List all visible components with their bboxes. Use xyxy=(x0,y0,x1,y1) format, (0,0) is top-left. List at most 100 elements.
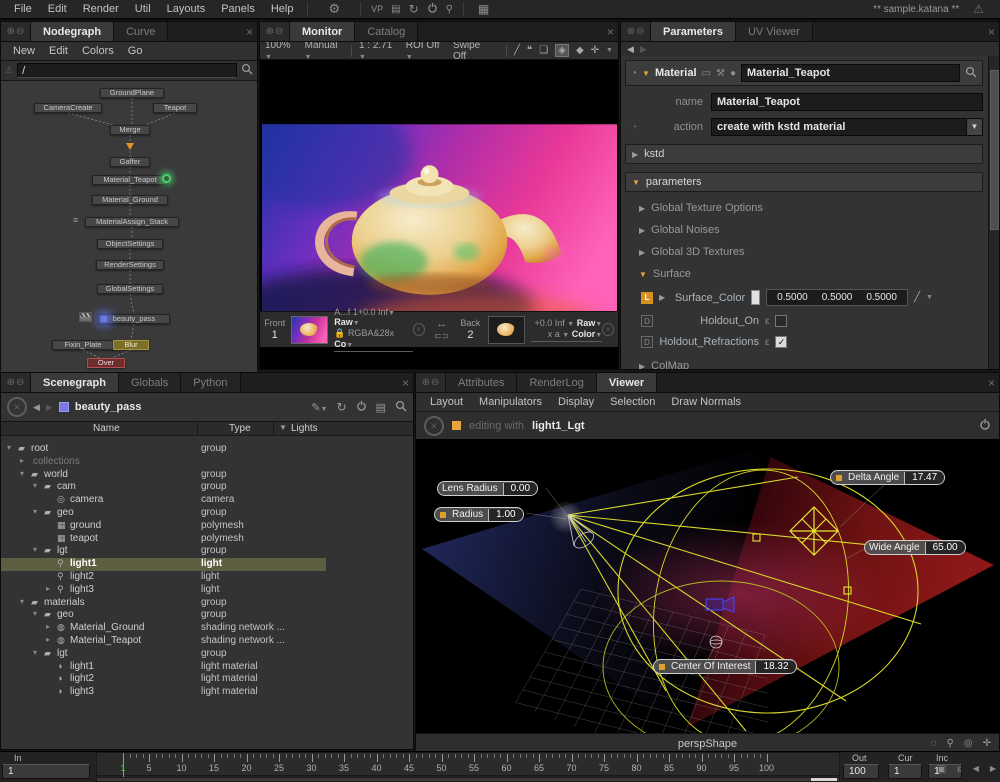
scrollbar-thumb[interactable] xyxy=(811,778,837,781)
pen-icon[interactable]: ✎▼ xyxy=(311,401,327,414)
scenegraph-row-light2[interactable]: ⚲light2light xyxy=(1,571,413,584)
scenegraph-row-lgt[interactable]: ▾▰lgtgroup xyxy=(1,545,413,558)
panel-controls[interactable]: ⊕⊖ xyxy=(621,22,651,41)
nodegraph-canvas[interactable]: GroundPlaneCameraCreateTeapotMergeGaffer… xyxy=(1,81,257,373)
expression-icon[interactable]: ε xyxy=(765,316,769,327)
scenegraph-row-collections[interactable]: ▸collections xyxy=(1,456,413,469)
pane-plus-icon[interactable]: ⊕ xyxy=(266,26,274,37)
pixel-probe-icon[interactable]: ◈ xyxy=(555,44,569,57)
vw-menu-draw-normals[interactable]: Draw Normals xyxy=(665,395,747,409)
scenegraph-row-lgt[interactable]: ▾▰lgtgroup xyxy=(1,648,413,661)
ng-menu-edit[interactable]: Edit xyxy=(43,44,74,58)
manipulator-badge-radius[interactable]: Radius1.00 xyxy=(434,507,524,522)
pane-menu-icon[interactable]: ⊖ xyxy=(16,377,24,388)
param-group-global-texture-options[interactable]: ▶Global Texture Options xyxy=(625,202,983,214)
node-RenderSettings[interactable]: RenderSettings xyxy=(96,260,164,270)
node-Teapot[interactable]: Teapot xyxy=(153,103,197,113)
pen-icon[interactable]: ╱ xyxy=(514,45,520,56)
scrollbar[interactable] xyxy=(988,56,999,369)
node-GlobalSettings[interactable]: GlobalSettings xyxy=(97,284,163,294)
ng-menu-colors[interactable]: Colors xyxy=(76,44,120,58)
tab-renderlog[interactable]: RenderLog xyxy=(517,373,596,392)
power-icon[interactable] xyxy=(427,2,438,16)
scenegraph-row-camera[interactable]: ◎cameracamera xyxy=(1,494,413,507)
menu-util[interactable]: Util xyxy=(127,2,159,16)
vw-menu-display[interactable]: Display xyxy=(552,395,600,409)
close-icon[interactable]: × xyxy=(607,25,614,39)
crosshair-icon[interactable]: ✛ xyxy=(591,45,599,56)
pane-plus-icon[interactable]: ⊕ xyxy=(7,26,15,37)
colmap-group[interactable]: ▶ ColMap xyxy=(625,360,983,369)
node-path-input[interactable]: / xyxy=(17,63,237,78)
pane-plus-icon[interactable]: ⊕ xyxy=(7,377,15,388)
node-CameraCreate[interactable]: CameraCreate xyxy=(34,103,102,113)
param-group-surface[interactable]: ▼Surface xyxy=(625,268,983,280)
power-icon[interactable] xyxy=(979,418,991,433)
vw-menu-manipulators[interactable]: Manipulators xyxy=(473,395,548,409)
zoom-level[interactable]: 100% ▼ xyxy=(265,40,298,62)
gear-icon[interactable]: ⚙ xyxy=(328,1,340,17)
clear-selection-icon[interactable]: × xyxy=(424,416,444,436)
out-frame-field[interactable]: 100 xyxy=(843,764,879,779)
scenegraph-row-world[interactable]: ▾▰worldgroup xyxy=(1,469,413,482)
breadcrumb[interactable]: beauty_pass xyxy=(75,401,142,413)
front-color[interactable]: Co▼ xyxy=(334,339,353,349)
wrench-icon[interactable]: ⚒ xyxy=(716,68,725,79)
default-tag[interactable]: D xyxy=(641,336,653,348)
menu-layouts[interactable]: Layouts xyxy=(159,2,214,16)
warning-icon[interactable]: ⚠ xyxy=(973,2,984,16)
user-icon[interactable]: ⚲ xyxy=(446,4,453,15)
scenegraph-row-root[interactable]: ▾▰rootgroup xyxy=(1,443,413,456)
menu-edit[interactable]: Edit xyxy=(40,2,75,16)
copy-icon[interactable]: ▣ xyxy=(937,764,946,775)
update-mode[interactable]: Manual ▼ xyxy=(305,40,344,62)
tab-attributes[interactable]: Attributes xyxy=(446,373,517,392)
node-state-icon[interactable]: ◔ xyxy=(631,68,637,79)
chevron-down-icon[interactable]: ▼ xyxy=(606,47,613,54)
back-arrow-icon[interactable]: ◀ xyxy=(627,44,634,55)
current-frame-field[interactable]: 1 xyxy=(888,764,922,779)
frame-ruler[interactable]: 5101520253035404550556065707580859095100… xyxy=(96,752,840,776)
local-tag[interactable]: L xyxy=(641,292,653,304)
expander-icon[interactable]: ▾ xyxy=(20,597,24,606)
panel-controls[interactable]: ⊕⊖ xyxy=(260,22,290,41)
slate-icon[interactable]: ▤ xyxy=(376,401,386,414)
ng-menu-new[interactable]: New xyxy=(7,44,41,58)
node-Material_Ground[interactable]: Material_Ground xyxy=(92,195,168,205)
prev-key-icon[interactable]: ◀ xyxy=(973,764,979,775)
tab-scenegraph[interactable]: Scenegraph xyxy=(31,373,119,392)
holdout-checkbox[interactable] xyxy=(775,315,787,327)
pane-menu-icon[interactable]: ⊖ xyxy=(16,26,24,37)
close-icon[interactable]: × xyxy=(988,376,995,390)
vw-menu-layout[interactable]: Layout xyxy=(424,395,469,409)
chevron-down-icon[interactable]: ▼ xyxy=(926,294,933,301)
node-Merge[interactable]: Merge xyxy=(110,125,150,135)
action-dropdown[interactable]: create with kstd material ▼ xyxy=(711,118,983,136)
aperture-icon[interactable]: ◎ xyxy=(964,738,973,749)
comment-icon[interactable]: ● xyxy=(730,68,736,79)
tab-viewer[interactable]: Viewer xyxy=(597,373,657,392)
back-thumbnail[interactable] xyxy=(488,316,525,344)
expander-icon[interactable]: ▸ xyxy=(46,635,50,644)
expander-icon[interactable]: ▾ xyxy=(33,648,37,657)
close-icon[interactable]: × xyxy=(402,376,409,390)
scenegraph-row-light3[interactable]: ◑light3light material xyxy=(1,686,413,699)
manipulator-badge-wide-angle[interactable]: Wide Angle65.00 xyxy=(864,540,966,555)
tab-globals[interactable]: Globals xyxy=(119,373,181,392)
viewer-3d-viewport[interactable]: Lens Radius0.00Radius1.00Delta Angle17.4… xyxy=(416,439,1000,733)
pane-plus-icon[interactable]: ⊕ xyxy=(422,377,430,388)
in-frame-field[interactable]: 1 xyxy=(2,764,90,779)
color-swatch[interactable] xyxy=(751,290,760,305)
expander-icon[interactable]: ▸ xyxy=(46,584,50,593)
scenegraph-column-header[interactable]: Name Type ▼ Lights xyxy=(1,422,413,436)
crosshair-icon[interactable]: ✛ xyxy=(983,738,991,749)
pane-plus-icon[interactable]: ⊕ xyxy=(627,26,635,37)
manipulator-badge-lens-radius[interactable]: Lens Radius0.00 xyxy=(437,481,538,496)
forward-arrow-icon[interactable]: ▶ xyxy=(46,402,53,413)
expander-icon[interactable]: ▼ xyxy=(642,69,650,78)
node-Over[interactable]: Over xyxy=(87,358,125,368)
menu-file[interactable]: File xyxy=(6,2,40,16)
expander-icon[interactable]: ▸ xyxy=(20,456,24,465)
back-raw[interactable]: Raw▼ xyxy=(577,318,602,328)
clear-selection-icon[interactable]: × xyxy=(7,397,27,417)
